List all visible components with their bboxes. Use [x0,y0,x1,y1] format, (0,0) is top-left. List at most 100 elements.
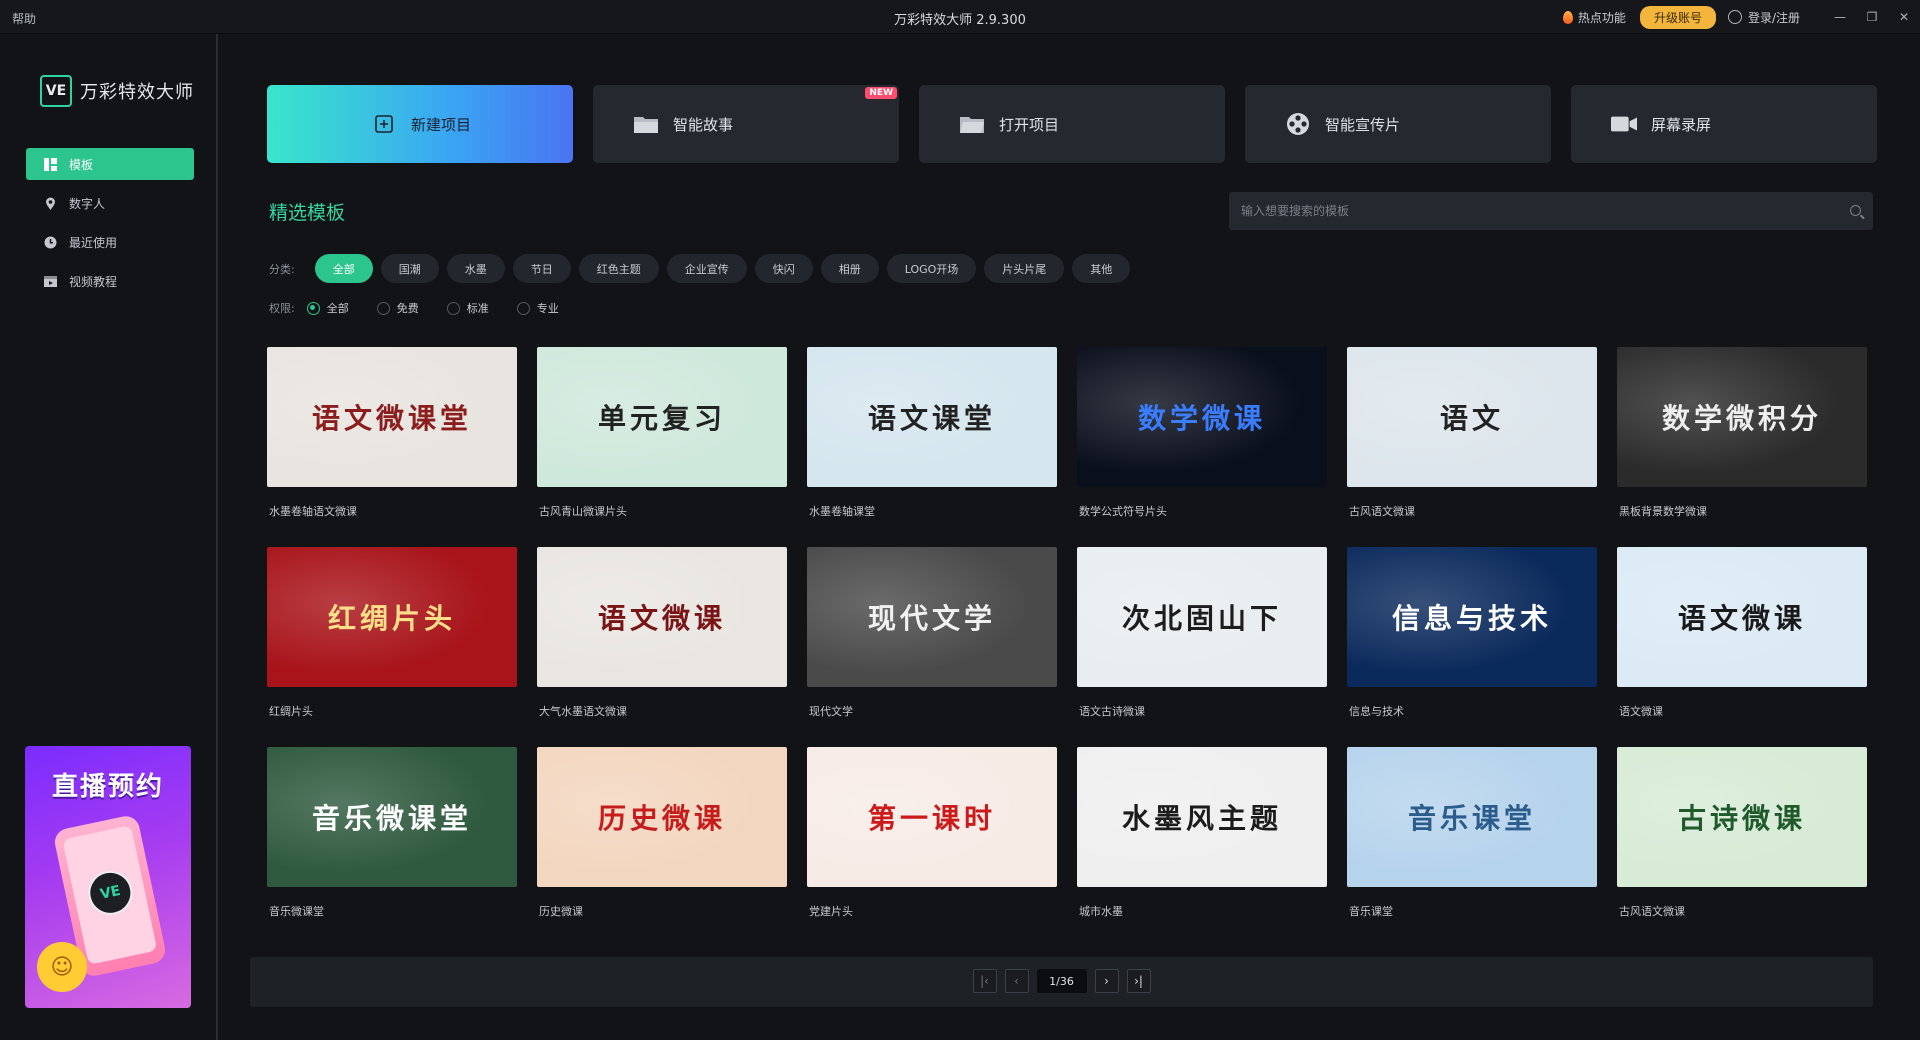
screen-record-button[interactable]: 屏幕录屏 [1571,85,1877,163]
clock-icon [44,236,57,249]
template-thumbnail[interactable]: 信息与技术 [1347,547,1597,687]
hot-features-button[interactable]: 热点功能 [1562,9,1626,26]
template-card[interactable]: 语文微课 大气水墨语文微课 [537,547,787,747]
template-label: 党建片头 [809,905,853,918]
title-bar: 帮助 万彩特效大师 2.9.300 热点功能 升级账号 登录/注册 — ❐ ✕ [0,0,1920,34]
template-label: 城市水墨 [1079,905,1123,918]
template-grid: 语文微课堂 水墨卷轴语文微课 单元复习 古风青山微课片头 语文课堂 水墨卷轴课堂 数学微课数… [267,347,1867,947]
sidebar-item-templates[interactable]: 模板 [26,148,194,180]
live-booking-banner[interactable]: 直播预约 VE ☺ [25,746,191,1008]
radio-icon[interactable] [376,301,390,315]
radio-icon[interactable] [516,301,530,315]
template-card[interactable]: 古诗微课 古风语文微课 [1617,747,1867,947]
template-card[interactable]: 语文课堂 水墨卷轴课堂 [807,347,1057,547]
upgrade-button[interactable]: 升级账号 [1639,5,1716,29]
sidebar: VE 万彩特效大师 模板 数字人 最近使用 视频教程 直播预约 VE ☺ [0,34,218,1040]
template-thumbnail[interactable]: 第一课时 [807,747,1057,887]
close-icon[interactable]: ✕ [1888,0,1920,34]
template-card[interactable]: 数学微课 数学公式符号片头 [1077,347,1327,547]
chip-flash[interactable]: 快闪 [754,254,813,283]
template-card[interactable]: 水墨风主题城市水墨 [1077,747,1327,947]
sidebar-item-recent[interactable]: 最近使用 [26,226,194,258]
template-thumbnail[interactable]: 次北固山下 [1077,547,1327,687]
perm-pro[interactable]: 专业 [516,300,559,316]
template-thumbnail[interactable]: 数学微积分 [1617,347,1867,487]
template-thumbnail[interactable]: 语文微课 [1617,547,1867,687]
chip-intro-outro[interactable]: 片头片尾 [984,254,1065,283]
film-reel-icon [1285,113,1311,135]
next-page-button[interactable]: › [1094,969,1119,993]
sidebar-item-digital-human[interactable]: 数字人 [26,187,194,219]
smart-story-button[interactable]: 智能故事 NEW [593,85,899,163]
last-page-button[interactable]: ›| [1126,969,1151,993]
chip-album[interactable]: 相册 [820,254,879,283]
template-thumbnail[interactable]: 语文 [1347,347,1597,487]
perm-standard[interactable]: 标准 [446,300,489,316]
thumbnail-title: 语文微课 [597,602,726,635]
chip-red-theme[interactable]: 红色主题 [578,254,659,283]
template-label: 古风青山微课片头 [539,505,627,518]
chip-festival[interactable]: 节日 [512,254,571,283]
sidebar-item-label: 视频教程 [69,274,118,289]
template-label: 音乐课堂 [1349,905,1393,918]
template-thumbnail[interactable]: 音乐微课堂 [267,747,517,887]
template-thumbnail[interactable]: 单元复习 [537,347,787,487]
template-card[interactable]: 现代文学 现代文学 [807,547,1057,747]
open-project-button[interactable]: 打开项目 [919,85,1225,163]
search-input[interactable] [1229,192,1873,230]
sidebar-item-video-tutorial[interactable]: 视频教程 [26,265,194,297]
template-card[interactable]: 次北固山下 语文古诗微课 [1077,547,1327,747]
template-card[interactable]: 信息与技术 信息与技术 [1347,547,1597,747]
template-thumbnail[interactable]: 音乐课堂 [1347,747,1597,887]
template-card[interactable]: 语文 古风语文微课 [1347,347,1597,547]
template-thumbnail[interactable]: 历史微课 [537,747,787,887]
template-card[interactable]: 语文微课堂水墨卷轴语文微课 [267,347,517,547]
template-label: 红绸片头 [269,705,313,718]
template-label: 水墨卷轴语文微课 [269,505,357,518]
camera-icon [1611,113,1637,135]
restore-icon[interactable]: ❐ [1856,0,1888,34]
template-thumbnail[interactable]: 现代文学 [807,547,1057,687]
prev-page-button[interactable]: ‹ [1004,969,1029,993]
template-card[interactable]: 单元复习古风青山微课片头 [537,347,787,547]
template-thumbnail[interactable]: 红绸片头 [267,547,517,687]
perm-all[interactable]: 全部 [306,300,349,316]
chip-corporate[interactable]: 企业宣传 [666,254,747,283]
template-card[interactable]: 第一课时 党建片头 [807,747,1057,947]
template-card[interactable]: 红绸片头 红绸片头 [267,547,517,747]
template-card[interactable]: 语文微课 语文微课 [1617,547,1867,747]
template-label: 历史微课 [539,905,583,918]
template-label: 黑板背景数学微课 [1619,505,1707,518]
template-thumbnail[interactable]: 古诗微课 [1617,747,1867,887]
chip-other[interactable]: 其他 [1072,254,1131,283]
template-card[interactable]: 历史微课 历史微课 [537,747,787,947]
minimize-icon[interactable]: — [1824,0,1856,34]
template-card[interactable]: 音乐微课堂 音乐微课堂 [267,747,517,947]
template-thumbnail[interactable]: 语文课堂 [807,347,1057,487]
chip-logo-intro[interactable]: LOGO开场 [886,254,977,283]
first-page-button[interactable]: |‹ [972,969,997,993]
smart-promo-button[interactable]: 智能宣传片 [1245,85,1551,163]
perm-free[interactable]: 免费 [376,300,419,316]
thumbnail-title: 水墨风主题 [1121,802,1282,835]
template-thumbnail[interactable]: 语文微课堂 [267,347,517,487]
search-icon[interactable] [1850,205,1861,216]
radio-icon[interactable] [446,301,460,315]
template-thumbnail[interactable]: 水墨风主题 [1077,747,1327,887]
screen-record-label: 屏幕录屏 [1651,115,1712,134]
category-label: 分类: [269,262,295,276]
login-button[interactable]: 登录/注册 [1727,9,1800,26]
template-card[interactable]: 音乐课堂 音乐课堂 [1347,747,1597,947]
new-project-button[interactable]: 新建项目 [267,85,573,163]
radio-icon[interactable] [306,301,320,315]
flame-icon [1562,10,1573,24]
chip-guochao[interactable]: 国潮 [380,254,439,283]
page-indicator[interactable]: 1/36 [1036,969,1087,993]
digital-human-icon [44,197,57,210]
chip-all[interactable]: 全部 [314,254,373,283]
template-card[interactable]: 数学微积分黑板背景数学微课 [1617,347,1867,547]
template-thumbnail[interactable]: 语文微课 [537,547,787,687]
template-thumbnail[interactable]: 数学微课 [1077,347,1327,487]
template-label: 语文微课 [1619,705,1663,718]
chip-ink[interactable]: 水墨 [446,254,505,283]
